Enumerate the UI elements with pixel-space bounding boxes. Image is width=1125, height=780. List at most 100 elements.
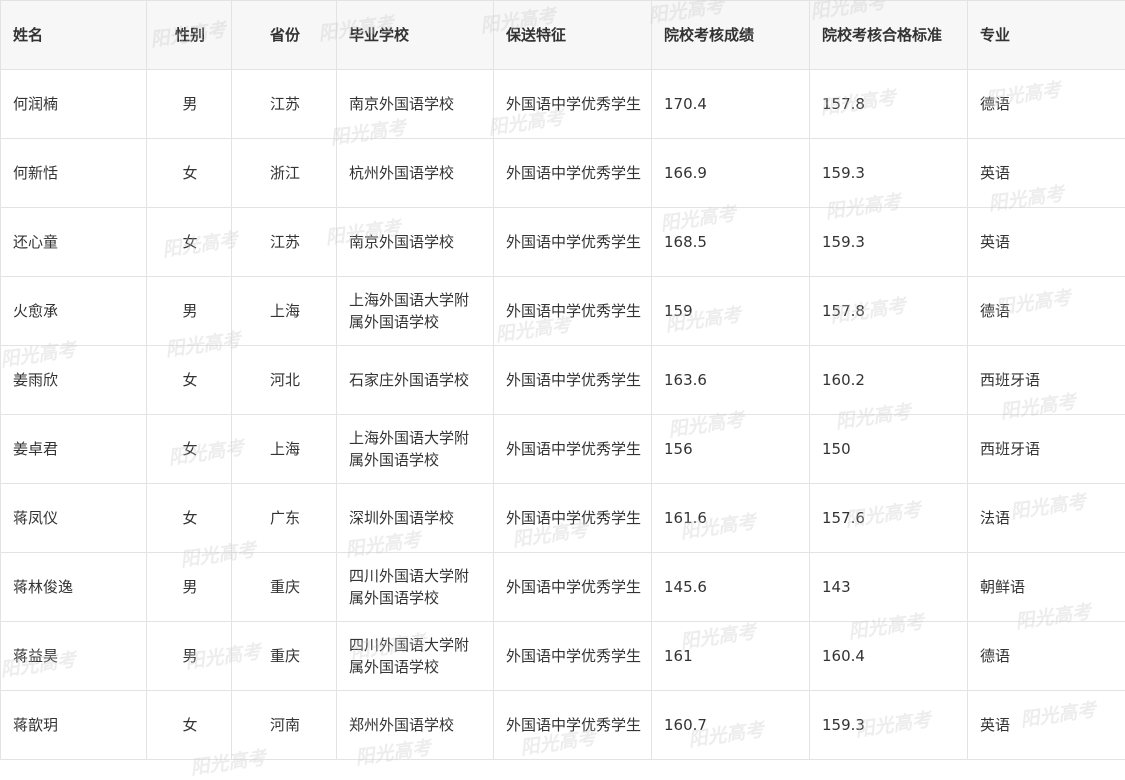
cell-feature: 外国语中学优秀学生: [494, 484, 652, 553]
cell-standard: 150: [810, 415, 968, 484]
cell-school: 郑州外国语学校: [337, 691, 494, 760]
cell-province: 重庆: [232, 553, 337, 622]
cell-standard: 159.3: [810, 139, 968, 208]
cell-school: 南京外国语学校: [337, 70, 494, 139]
cell-major: 英语: [968, 139, 1125, 208]
cell-school: 杭州外国语学校: [337, 139, 494, 208]
cell-gender: 男: [147, 277, 232, 346]
cell-score: 159: [652, 277, 810, 346]
cell-feature: 外国语中学优秀学生: [494, 553, 652, 622]
cell-province: 广东: [232, 484, 337, 553]
cell-feature: 外国语中学优秀学生: [494, 70, 652, 139]
cell-feature: 外国语中学优秀学生: [494, 415, 652, 484]
table-row: 姜卓君女上海上海外国语大学附属外国语学校外国语中学优秀学生156150西班牙语: [1, 415, 1125, 484]
cell-major: 英语: [968, 691, 1125, 760]
table-row: 蒋林俊逸男重庆四川外国语大学附属外国语学校外国语中学优秀学生145.6143朝鲜…: [1, 553, 1125, 622]
cell-major: 西班牙语: [968, 415, 1125, 484]
table-row: 何新恬女浙江杭州外国语学校外国语中学优秀学生166.9159.3英语: [1, 139, 1125, 208]
cell-name: 蒋林俊逸: [1, 553, 147, 622]
cell-gender: 女: [147, 208, 232, 277]
table-row: 蒋歆玥女河南郑州外国语学校外国语中学优秀学生160.7159.3英语: [1, 691, 1125, 760]
header-major: 专业: [968, 1, 1125, 70]
cell-standard: 157.8: [810, 277, 968, 346]
cell-school: 四川外国语大学附属外国语学校: [337, 622, 494, 691]
cell-gender: 女: [147, 139, 232, 208]
cell-name: 姜雨欣: [1, 346, 147, 415]
cell-gender: 女: [147, 484, 232, 553]
cell-feature: 外国语中学优秀学生: [494, 346, 652, 415]
cell-feature: 外国语中学优秀学生: [494, 622, 652, 691]
cell-province: 重庆: [232, 622, 337, 691]
header-province: 省份: [232, 1, 337, 70]
cell-province: 江苏: [232, 70, 337, 139]
cell-gender: 男: [147, 70, 232, 139]
table-row: 蒋益昊男重庆四川外国语大学附属外国语学校外国语中学优秀学生161160.4德语: [1, 622, 1125, 691]
table-row: 何润楠男江苏南京外国语学校外国语中学优秀学生170.4157.8德语: [1, 70, 1125, 139]
cell-name: 姜卓君: [1, 415, 147, 484]
admissions-table: 姓名 性别 省份 毕业学校 保送特征 院校考核成绩 院校考核合格标准 专业 何润…: [0, 0, 1125, 760]
cell-gender: 女: [147, 415, 232, 484]
cell-major: 英语: [968, 208, 1125, 277]
cell-score: 156: [652, 415, 810, 484]
cell-gender: 男: [147, 553, 232, 622]
header-score: 院校考核成绩: [652, 1, 810, 70]
table-row: 火愈承男上海上海外国语大学附属外国语学校外国语中学优秀学生159157.8德语: [1, 277, 1125, 346]
cell-gender: 女: [147, 691, 232, 760]
cell-major: 德语: [968, 622, 1125, 691]
cell-school: 石家庄外国语学校: [337, 346, 494, 415]
cell-major: 西班牙语: [968, 346, 1125, 415]
cell-name: 火愈承: [1, 277, 147, 346]
cell-score: 166.9: [652, 139, 810, 208]
cell-name: 何新恬: [1, 139, 147, 208]
cell-score: 161.6: [652, 484, 810, 553]
cell-gender: 女: [147, 346, 232, 415]
header-feature: 保送特征: [494, 1, 652, 70]
cell-score: 168.5: [652, 208, 810, 277]
cell-standard: 143: [810, 553, 968, 622]
table-header-row: 姓名 性别 省份 毕业学校 保送特征 院校考核成绩 院校考核合格标准 专业: [1, 1, 1125, 70]
cell-feature: 外国语中学优秀学生: [494, 691, 652, 760]
cell-score: 163.6: [652, 346, 810, 415]
cell-score: 145.6: [652, 553, 810, 622]
cell-standard: 159.3: [810, 691, 968, 760]
cell-major: 法语: [968, 484, 1125, 553]
table-row: 姜雨欣女河北石家庄外国语学校外国语中学优秀学生163.6160.2西班牙语: [1, 346, 1125, 415]
header-school: 毕业学校: [337, 1, 494, 70]
header-gender: 性别: [147, 1, 232, 70]
table-body: 何润楠男江苏南京外国语学校外国语中学优秀学生170.4157.8德语何新恬女浙江…: [1, 70, 1125, 760]
cell-school: 上海外国语大学附属外国语学校: [337, 277, 494, 346]
header-name: 姓名: [1, 1, 147, 70]
cell-gender: 男: [147, 622, 232, 691]
table-row: 还心童女江苏南京外国语学校外国语中学优秀学生168.5159.3英语: [1, 208, 1125, 277]
cell-standard: 160.4: [810, 622, 968, 691]
cell-standard: 157.6: [810, 484, 968, 553]
cell-school: 上海外国语大学附属外国语学校: [337, 415, 494, 484]
cell-standard: 160.2: [810, 346, 968, 415]
cell-score: 170.4: [652, 70, 810, 139]
cell-name: 蒋歆玥: [1, 691, 147, 760]
cell-province: 浙江: [232, 139, 337, 208]
header-standard: 院校考核合格标准: [810, 1, 968, 70]
cell-major: 德语: [968, 70, 1125, 139]
cell-province: 上海: [232, 277, 337, 346]
cell-province: 河北: [232, 346, 337, 415]
cell-name: 蒋益昊: [1, 622, 147, 691]
cell-major: 朝鲜语: [968, 553, 1125, 622]
cell-score: 160.7: [652, 691, 810, 760]
cell-name: 还心童: [1, 208, 147, 277]
cell-school: 四川外国语大学附属外国语学校: [337, 553, 494, 622]
cell-score: 161: [652, 622, 810, 691]
table-row: 蒋凤仪女广东深圳外国语学校外国语中学优秀学生161.6157.6法语: [1, 484, 1125, 553]
cell-province: 江苏: [232, 208, 337, 277]
cell-province: 河南: [232, 691, 337, 760]
cell-standard: 157.8: [810, 70, 968, 139]
cell-province: 上海: [232, 415, 337, 484]
cell-feature: 外国语中学优秀学生: [494, 139, 652, 208]
cell-standard: 159.3: [810, 208, 968, 277]
cell-school: 深圳外国语学校: [337, 484, 494, 553]
cell-name: 何润楠: [1, 70, 147, 139]
cell-feature: 外国语中学优秀学生: [494, 277, 652, 346]
cell-school: 南京外国语学校: [337, 208, 494, 277]
cell-name: 蒋凤仪: [1, 484, 147, 553]
cell-feature: 外国语中学优秀学生: [494, 208, 652, 277]
